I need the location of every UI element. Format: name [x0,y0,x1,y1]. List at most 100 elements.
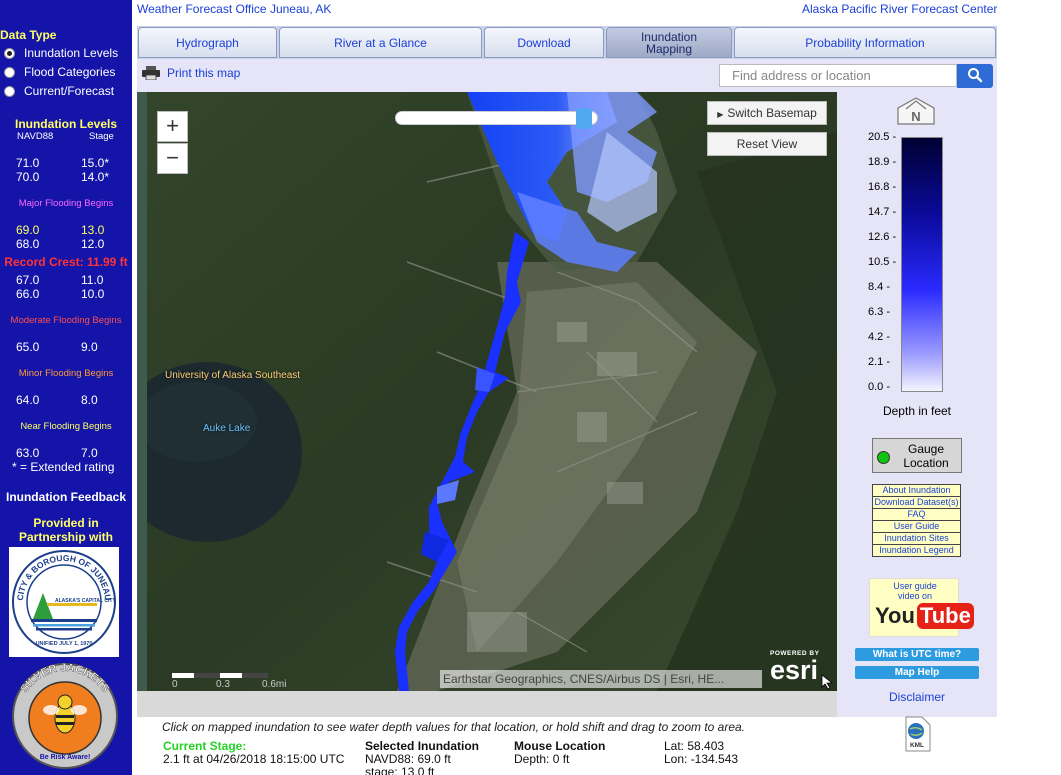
level-stage: 10.0 [81,287,105,301]
kml-download-icon[interactable]: KML [902,716,932,752]
north-arrow-icon: N [896,96,936,126]
map-label-university: University of Alaska Southeast [165,370,301,381]
map-attribution: Earthstar Geographics, CNES/Airbus DS | … [440,670,762,688]
svg-text:N: N [911,109,920,124]
depth-color-ramp [901,137,943,392]
level-stage: 12.0 [81,237,105,251]
gauge-location-button[interactable]: Gauge Location [872,438,962,473]
near-flooding-label: Near Flooding Begins [20,421,112,432]
extended-rating-note: * = Extended rating [12,460,115,474]
cbj-bottom-text: UNIFIED JULY 1, 1970 [36,641,93,647]
resize-cursor-icon [821,674,835,690]
inundation-feedback-link[interactable]: Inundation Feedback [0,490,132,504]
link-inundation-legend[interactable]: Inundation Legend [873,545,960,556]
gauge-dot-icon [877,451,890,464]
inundation-map[interactable]: University of Alaska Southeast Auke Lake… [137,92,837,691]
tab-download[interactable]: Download [484,27,604,58]
print-label: Print this map [167,66,241,80]
longitude-readout: Lon: -134.543 [664,752,739,766]
level-stage: 7.0 [81,446,98,460]
level-navd: 65.0 [16,340,40,354]
search-button[interactable] [957,64,993,88]
record-crest-label: Record Crest: 11.99 ft [4,255,128,269]
level-stage: 8.0 [81,393,98,407]
level-navd: 66.0 [16,287,40,301]
level-navd: 67.0 [16,273,40,287]
sj-bottom-text: Be Risk Aware! [40,754,91,761]
cbj-mid-text: ALASKA'S CAPITAL CITY [55,598,116,604]
reset-view-button[interactable]: Reset View [707,132,827,156]
youtube-caption: User guide video on [893,581,937,601]
map-help-text: Click on mapped inundation to see water … [162,720,746,734]
tab-inundation-mapping[interactable]: Inundation Mapping [606,27,732,58]
utc-time-button[interactable]: What is UTC time? [855,648,979,661]
tab-probability-information[interactable]: Probability Information [734,27,996,58]
link-download-datasets[interactable]: Download Dataset(s) [873,497,960,509]
zoom-out-button[interactable]: − [157,143,188,174]
inundation-level-slider[interactable] [395,111,598,125]
link-inundation-sites[interactable]: Inundation Sites [873,533,960,545]
levels-title: Inundation Levels [14,117,117,131]
depth-legend-label: Depth in feet [882,404,952,418]
print-map-button[interactable]: Print this map [142,66,240,80]
depth-tick-label: 20.5 - [868,131,897,143]
radio-inundation-levels[interactable]: Inundation Levels [4,46,118,60]
satellite-imagery [137,92,837,691]
scale-bar: 0 0.3 0.6mi [172,673,286,693]
depth-tick-label: 0.0 - [868,381,891,393]
youtube-logo-icon: You Tube [875,603,974,629]
col-navd-header: NAVD88 [17,131,54,142]
depth-tick-label: 8.4 - [868,281,891,293]
link-faq[interactable]: FAQ [873,509,960,521]
level-stage: 15.0* [81,156,110,170]
moderate-flooding-label: Moderate Flooding Begins [10,315,122,326]
zoom-in-button[interactable]: + [157,111,188,142]
depth-tick-label: 14.7 - [868,206,897,218]
map-help-button[interactable]: Map Help [855,666,979,679]
youtube-logo-you: You [875,603,915,628]
tab-bar: Hydrograph River at a Glance Download In… [137,26,997,59]
partnership-text: Provided in Partnership with [18,516,113,544]
slider-thumb[interactable] [576,108,593,129]
level-navd: 64.0 [16,393,40,407]
mouse-depth: Depth: 0 ft [514,752,570,766]
kml-label: KML [910,742,924,749]
selected-stage: stage: 13.0 ft [365,765,435,775]
level-stage: 14.0* [81,170,110,184]
youtube-logo-tube: Tube [916,603,974,629]
coordinates-block: Lat: 58.403 Lon: -134.543 [664,740,738,766]
minor-flooding-label: Minor Flooding Begins [18,368,114,379]
link-about-inundation[interactable]: About Inundation [873,485,960,497]
scale-label-end: 0.6mi [262,679,287,690]
level-stage: 13.0 [81,223,105,237]
radio-flood-categories[interactable]: Flood Categories [4,65,115,79]
sidebar: Data Type Inundation Levels Flood Catego… [0,0,132,775]
level-stage: 11.0 [81,273,104,287]
radio-label: Flood Categories [24,65,116,79]
esri-text: esri [770,655,819,685]
cbj-logo[interactable]: CITY & BOROUGH OF JUNEAU ALASKA'S CAPITA… [9,547,119,657]
level-navd: 69.0 [16,223,40,237]
tab-river-at-a-glance[interactable]: River at a Glance [279,27,482,58]
esri-logo: POWERED BY esri [770,650,819,685]
depth-tick-label: 2.1 - [868,356,891,368]
wfo-juneau-link[interactable]: Weather Forecast Office Juneau, AK [137,2,331,16]
printer-icon [142,66,160,80]
switch-basemap-button[interactable]: ▶ Switch Basemap [707,101,827,125]
aprfc-link[interactable]: Alaska Pacific River Forecast Center [802,2,997,16]
switch-basemap-label: Switch Basemap [727,106,817,120]
radio-empty-icon [4,85,15,97]
disclaimer-link[interactable]: Disclaimer [889,690,945,704]
location-search-input[interactable] [719,64,957,87]
link-user-guide[interactable]: User Guide [873,521,960,533]
youtube-user-guide-link[interactable]: User guide video on You Tube [869,578,974,637]
page-root: Data Type Inundation Levels Flood Catego… [0,0,1061,775]
caret-right-icon: ▶ [717,110,724,119]
major-flooding-label: Major Flooding Begins [18,198,114,209]
help-links-box: About Inundation Download Dataset(s) FAQ… [872,484,961,557]
silver-jackets-logo[interactable]: SILVER JACKETS Be Risk Aware! [6,660,124,770]
radio-current-forecast[interactable]: Current/Forecast [4,84,114,98]
tab-hydrograph[interactable]: Hydrograph [138,27,277,58]
search-icon [968,67,983,82]
depth-tick-label: 10.5 - [868,256,897,268]
